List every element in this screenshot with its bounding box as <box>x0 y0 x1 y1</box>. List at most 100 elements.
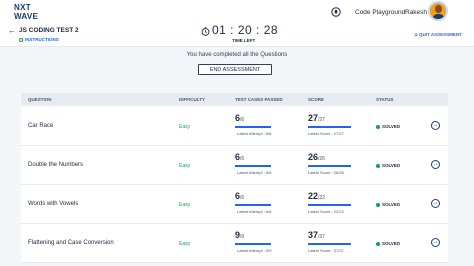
status-label: SOLVED <box>382 124 401 129</box>
top-navbar: NXT WAVE Code Playground Rakesh <box>0 0 474 25</box>
score: 37/37 <box>308 230 325 240</box>
table-header: QUESTION DIFFICULTY TEST CASES PASSED SC… <box>21 93 448 105</box>
latest-score: Latest Score : 22/22 <box>308 209 344 214</box>
quit-assessment-button[interactable]: ➲ QUIT ASSESSMENT <box>414 32 462 38</box>
difficulty-label: Easy <box>179 241 191 247</box>
bell-icon[interactable] <box>331 7 341 17</box>
status-badge: SOLVED <box>376 241 400 246</box>
avatar-body <box>432 14 445 19</box>
question-name[interactable]: Words with Vowels <box>28 201 78 207</box>
progress-fill <box>308 204 351 206</box>
column-header-status: STATUS <box>376 97 394 102</box>
table-row[interactable]: Car Race Easy 6/6 Latest Attempt : 6/6 2… <box>21 107 448 146</box>
logo-line-2: WAVE <box>14 12 39 21</box>
table-row[interactable]: Flattening and Case Conversion Easy 9/9 … <box>21 224 448 263</box>
max-score: /37 <box>318 234 325 240</box>
question-name[interactable]: Double the Numbers <box>28 162 83 168</box>
column-header-test-cases: TEST CASES PASSED <box>235 97 283 102</box>
timer-display: 01 : 20 : 28 <box>212 23 279 37</box>
test-cases-passed: 6/6 <box>235 191 244 201</box>
score-progress-bar <box>308 165 351 167</box>
test-title: JS CODING TEST 2 <box>19 27 79 34</box>
score-progress-bar <box>308 204 351 206</box>
score: 27/27 <box>308 113 325 123</box>
status-badge: SOLVED <box>376 124 400 129</box>
progress-fill <box>308 243 351 245</box>
back-arrow-icon[interactable]: ← <box>8 26 16 35</box>
table-row[interactable]: Words with Vowels Easy 6/6 Latest Attemp… <box>21 185 448 224</box>
status-dot <box>376 163 380 168</box>
test-cases-passed: 9/9 <box>235 230 244 240</box>
time-left-label: TIME LEFT <box>232 38 256 43</box>
test-cases-progress-bar <box>235 243 271 245</box>
max-score: /27 <box>318 117 325 123</box>
nxtwave-logo[interactable]: NXT WAVE <box>14 3 44 21</box>
info-icon <box>19 37 23 42</box>
status-dot <box>376 241 380 246</box>
total-cases: /9 <box>240 234 245 240</box>
test-cases-passed: 6/6 <box>235 113 244 123</box>
difficulty-label: Easy <box>179 202 191 208</box>
status-label: SOLVED <box>382 241 401 246</box>
question-name[interactable]: Flattening and Case Conversion <box>28 240 114 246</box>
status-dot <box>376 202 380 207</box>
progress-fill <box>235 126 271 128</box>
score-progress-bar <box>308 126 351 128</box>
score-value: 37 <box>308 230 319 240</box>
max-score: /26 <box>318 156 325 162</box>
arrow-right-circle-icon[interactable]: → <box>431 238 440 247</box>
progress-fill <box>308 126 351 128</box>
score: 26/26 <box>308 152 325 162</box>
arrow-right-circle-icon[interactable]: → <box>431 121 440 130</box>
status-label: SOLVED <box>382 202 401 207</box>
latest-attempt: Latest Attempt : 9/9 <box>237 248 272 253</box>
progress-fill <box>235 204 271 206</box>
table-row[interactable]: Double the Numbers Easy 6/6 Latest Attem… <box>21 146 448 185</box>
score: 22/22 <box>308 191 325 201</box>
total-cases: /6 <box>240 117 245 123</box>
latest-attempt: Latest Attempt : 6/6 <box>237 209 272 214</box>
completed-message: You have completed all the Questions <box>186 52 288 58</box>
score-value: 27 <box>308 113 319 123</box>
column-header-difficulty: DIFFICULTY <box>179 97 205 102</box>
end-assessment-button[interactable]: END ASSESSMENT <box>198 64 272 75</box>
progress-fill <box>235 165 271 167</box>
total-cases: /6 <box>240 156 245 162</box>
column-header-score: SCORE <box>308 97 325 102</box>
avatar-head <box>435 5 442 13</box>
status-badge: SOLVED <box>376 202 400 207</box>
score-value: 26 <box>308 152 319 162</box>
test-cases-passed: 6/6 <box>235 152 244 162</box>
quit-assessment-label: QUIT ASSESSMENT <box>419 32 462 37</box>
score-value: 22 <box>308 191 319 201</box>
test-cases-progress-bar <box>235 165 271 167</box>
avatar[interactable] <box>428 1 448 21</box>
status-badge: SOLVED <box>376 163 400 168</box>
test-cases-progress-bar <box>235 126 271 128</box>
arrow-right-circle-icon[interactable]: → <box>431 160 440 169</box>
arrow-right-circle-icon[interactable]: → <box>431 199 440 208</box>
code-playground-link[interactable]: Code Playground <box>355 9 405 16</box>
latest-score: Latest Score : 27/27 <box>308 131 344 136</box>
difficulty-label: Easy <box>179 163 191 169</box>
assessment-header: ← JS CODING TEST 2 INSTRUCTIONS 01 : 20 … <box>0 23 474 47</box>
total-cases: /6 <box>240 195 245 201</box>
column-header-question: QUESTION <box>28 97 52 102</box>
logo-line-1: NXT <box>14 3 31 12</box>
score-progress-bar <box>308 243 351 245</box>
instructions-label: INSTRUCTIONS <box>25 37 59 42</box>
latest-score: Latest Score : 26/26 <box>308 170 344 175</box>
status-dot <box>376 124 380 129</box>
status-label: SOLVED <box>382 163 401 168</box>
progress-fill <box>235 243 271 245</box>
difficulty-label: Easy <box>179 124 191 130</box>
instructions-link[interactable]: INSTRUCTIONS <box>19 37 59 42</box>
progress-fill <box>308 165 351 167</box>
latest-attempt: Latest Attempt : 6/6 <box>237 131 272 136</box>
username: Rakesh <box>405 9 428 16</box>
max-score: /22 <box>318 195 325 201</box>
latest-attempt: Latest Attempt : 6/6 <box>237 170 272 175</box>
clock-icon <box>201 27 210 36</box>
question-name[interactable]: Car Race <box>28 123 53 129</box>
test-cases-progress-bar <box>235 204 271 206</box>
